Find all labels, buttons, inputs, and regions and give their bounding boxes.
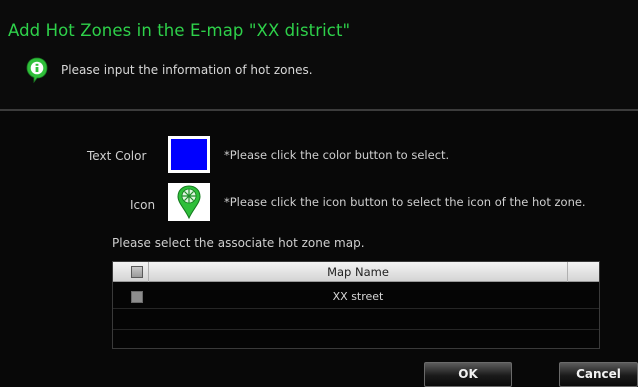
text-color-label: Text Color bbox=[87, 149, 147, 163]
hot-zone-map-table: Map Name XX street bbox=[112, 261, 600, 349]
header-divider bbox=[0, 109, 638, 111]
dialog-title: Add Hot Zones in the E-map "XX district" bbox=[8, 21, 351, 40]
column-header-map-name[interactable]: Map Name bbox=[149, 265, 567, 279]
column-divider bbox=[567, 262, 568, 282]
map-select-prompt: Please select the associate hot zone map… bbox=[112, 236, 365, 250]
row-separator bbox=[113, 308, 599, 309]
text-color-hint: *Please click the color button to select… bbox=[224, 148, 450, 162]
cancel-button[interactable]: Cancel bbox=[559, 362, 638, 387]
dialog-header: Add Hot Zones in the E-map "XX district"… bbox=[0, 0, 638, 110]
info-bubble-icon bbox=[26, 57, 48, 83]
icon-label: Icon bbox=[130, 198, 156, 212]
text-color-swatch bbox=[171, 139, 207, 170]
text-color-button[interactable] bbox=[168, 136, 210, 173]
icon-select-button[interactable] bbox=[168, 183, 210, 221]
map-pin-icon bbox=[177, 185, 201, 219]
table-row-map-name[interactable]: XX street bbox=[149, 290, 567, 303]
row-separator bbox=[113, 329, 599, 330]
table-header: Map Name bbox=[113, 262, 599, 282]
icon-hint: *Please click the icon button to select … bbox=[224, 195, 586, 209]
dialog-subtitle: Please input the information of hot zone… bbox=[61, 63, 313, 77]
ok-button[interactable]: OK bbox=[424, 362, 512, 387]
add-hot-zones-dialog: Add Hot Zones in the E-map "XX district"… bbox=[0, 0, 638, 387]
select-all-checkbox[interactable] bbox=[131, 266, 143, 278]
row-checkbox[interactable] bbox=[131, 291, 143, 303]
